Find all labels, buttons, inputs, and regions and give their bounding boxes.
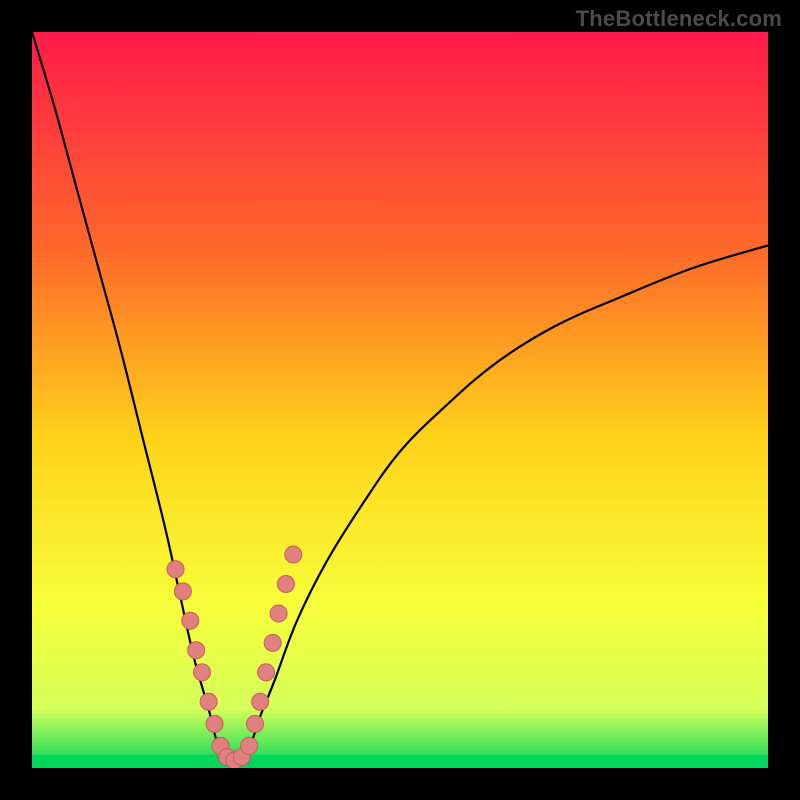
curve-marker: [182, 612, 199, 629]
watermark-text: TheBottleneck.com: [576, 6, 782, 32]
curve-marker: [194, 664, 211, 681]
bottleneck-chart-svg: [32, 32, 768, 768]
curve-marker: [188, 642, 205, 659]
curve-marker: [264, 634, 281, 651]
curve-marker: [285, 546, 302, 563]
curve-marker: [241, 737, 258, 754]
curve-marker: [270, 605, 287, 622]
optimal-zone-band: [32, 755, 768, 768]
gradient-background: [32, 32, 768, 768]
curve-marker: [200, 693, 217, 710]
curve-marker: [167, 561, 184, 578]
curve-marker: [277, 576, 294, 593]
curve-marker: [247, 715, 264, 732]
plot-area: [32, 32, 768, 768]
curve-marker: [174, 583, 191, 600]
curve-marker: [258, 664, 275, 681]
chart-frame: TheBottleneck.com: [0, 0, 800, 800]
curve-marker: [206, 715, 223, 732]
curve-marker: [252, 693, 269, 710]
